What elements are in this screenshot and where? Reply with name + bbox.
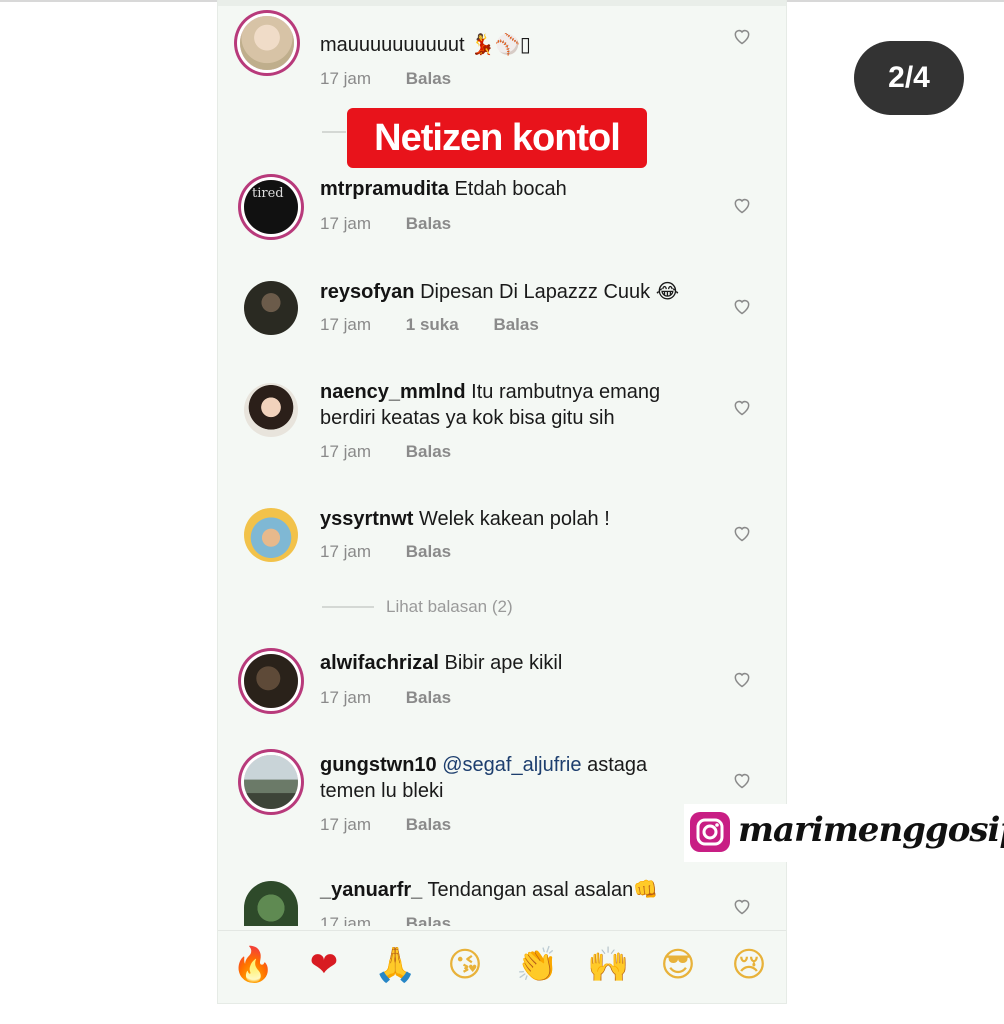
comment-text: gungstwn10 @segaf_aljufrie astaga temen … bbox=[320, 752, 700, 804]
comment-body: Dipesan Di Lapazzz Cuuk 😂 bbox=[420, 281, 680, 303]
reply-button[interactable]: Balas bbox=[406, 69, 451, 89]
comment-username[interactable]: gungstwn10 bbox=[320, 754, 437, 776]
comment-body: Bibir ape kikil bbox=[444, 652, 563, 674]
comment-body: Etdah bocah bbox=[454, 178, 567, 200]
heart-icon[interactable] bbox=[732, 669, 752, 689]
comment-time: 17 jam bbox=[320, 69, 372, 88]
clap-emoji-button[interactable]: 👏 bbox=[516, 945, 558, 985]
comment-body: Tendangan asal asalan👊 bbox=[427, 879, 659, 901]
reply-button[interactable]: Balas bbox=[406, 542, 451, 562]
raised-hands-emoji-button[interactable]: 🙌 bbox=[587, 945, 629, 985]
comment-meta: 17 jam Balas bbox=[320, 688, 481, 708]
avatar-label: tired bbox=[252, 186, 284, 201]
avatar[interactable] bbox=[244, 383, 298, 437]
comment-time: 17 jam bbox=[320, 214, 372, 233]
comment-meta: 17 jam Balas bbox=[320, 542, 481, 562]
comment-time: 17 jam bbox=[320, 914, 372, 926]
comment-time: 17 jam bbox=[320, 542, 372, 561]
reply-button[interactable]: Balas bbox=[493, 315, 538, 335]
comment-username[interactable]: yssyrtnwt bbox=[320, 508, 413, 530]
sad-emoji-button[interactable]: 😢 bbox=[729, 945, 769, 985]
avatar[interactable] bbox=[244, 881, 298, 926]
comment-username[interactable]: reysofyan bbox=[320, 281, 415, 303]
avatar[interactable] bbox=[244, 654, 298, 708]
reply-line bbox=[322, 606, 374, 608]
comment-time: 17 jam bbox=[320, 815, 372, 834]
emoji-bar: 🔥 ❤ 🙏 😘 👏 🙌 😎 😢 bbox=[218, 930, 786, 1003]
comment-text: alwifachrizal Bibir ape kikil bbox=[320, 650, 700, 676]
heart-icon[interactable] bbox=[732, 523, 752, 543]
reply-button[interactable]: Balas bbox=[406, 688, 451, 708]
pray-emoji-button[interactable]: 🙏 bbox=[374, 945, 416, 985]
view-replies-link[interactable]: Lihat balasan (2) bbox=[386, 597, 513, 617]
comment-time: 17 jam bbox=[320, 442, 372, 461]
avatar[interactable] bbox=[244, 508, 298, 562]
comment-body: Welek kakean polah ! bbox=[418, 508, 610, 530]
caption-banner: Netizen kontol bbox=[347, 108, 647, 168]
comment-text: reysofyan Dipesan Di Lapazzz Cuuk 😂 bbox=[320, 279, 700, 305]
watermark: marimenggosip bbox=[684, 804, 1004, 862]
comment-text: mauuuuuuuuuut 💃⚾▯ bbox=[320, 34, 531, 56]
comment-username[interactable]: mtrpramudita bbox=[320, 178, 449, 200]
sunglasses-emoji-button[interactable]: 😎 bbox=[658, 945, 698, 985]
reply-button[interactable]: Balas bbox=[406, 214, 451, 234]
like-count[interactable]: 1 suka bbox=[406, 315, 459, 335]
comment-text: naency_mmlnd Itu rambutnya emang berdiri… bbox=[320, 379, 700, 431]
avatar[interactable] bbox=[240, 16, 294, 70]
watermark-text: marimenggosip bbox=[738, 810, 1004, 850]
reply-line bbox=[322, 131, 346, 133]
avatar[interactable] bbox=[244, 281, 298, 335]
comment-username[interactable]: _yanuarfr_ bbox=[320, 879, 422, 901]
avatar[interactable] bbox=[244, 755, 298, 809]
comment-meta: 17 jam Balas bbox=[320, 914, 481, 926]
comment-meta: 17 jam 1 suka Balas bbox=[320, 315, 569, 335]
avatar[interactable]: tired bbox=[244, 180, 298, 234]
heart-icon[interactable] bbox=[732, 896, 752, 916]
comment-meta: 17 jam Balas bbox=[320, 442, 481, 462]
comment-text: _yanuarfr_ Tendangan asal asalan👊 bbox=[320, 877, 700, 903]
reply-button[interactable]: Balas bbox=[406, 815, 451, 835]
heart-icon[interactable] bbox=[732, 195, 752, 215]
heart-emoji-button[interactable]: ❤ bbox=[304, 945, 344, 985]
top-cropped-bar bbox=[218, 0, 786, 6]
comment-username[interactable]: naency_mmlnd bbox=[320, 381, 466, 403]
heart-icon[interactable] bbox=[732, 770, 752, 790]
comment-time: 17 jam bbox=[320, 315, 372, 334]
comment-username[interactable]: alwifachrizal bbox=[320, 652, 439, 674]
comment-meta: 17 jam Balas bbox=[320, 815, 481, 835]
instagram-icon bbox=[690, 812, 730, 852]
comment-text: yssyrtnwt Welek kakean polah ! bbox=[320, 506, 700, 532]
heart-icon[interactable] bbox=[732, 296, 752, 316]
comment-time: 17 jam bbox=[320, 688, 372, 707]
reply-button[interactable]: Balas bbox=[406, 914, 451, 926]
fire-emoji-button[interactable]: 🔥 bbox=[232, 945, 274, 985]
comment-text: mtrpramudita Etdah bocah bbox=[320, 176, 700, 202]
heart-icon[interactable] bbox=[732, 26, 752, 46]
mention-link[interactable]: @segaf_aljufrie bbox=[442, 754, 581, 776]
reply-button[interactable]: Balas bbox=[406, 442, 451, 462]
heart-icon[interactable] bbox=[732, 397, 752, 417]
comment-meta: 17 jam Balas bbox=[320, 214, 481, 234]
comment-meta: 17 jam Balas bbox=[320, 69, 481, 89]
kiss-emoji-button[interactable]: 😘 bbox=[445, 945, 485, 985]
page-counter: 2/4 bbox=[854, 41, 964, 115]
